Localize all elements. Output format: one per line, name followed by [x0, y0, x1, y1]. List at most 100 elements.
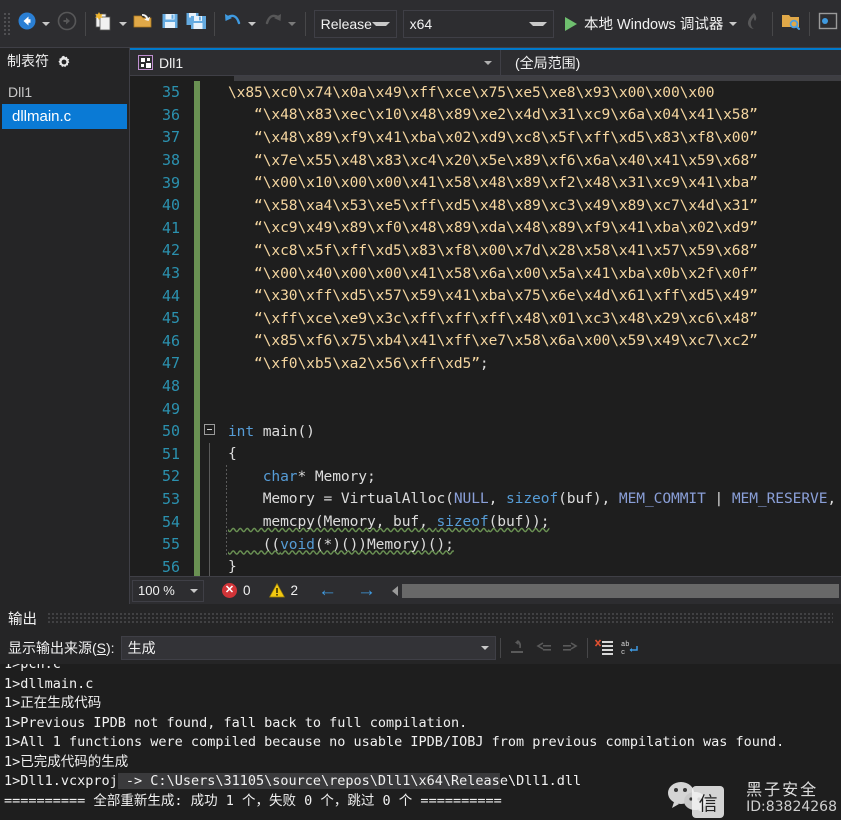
open-file-button[interactable]: [131, 7, 157, 41]
code-line[interactable]: 47 “\xf0\xb5\xa2\x56\xff\xd5”;: [130, 352, 841, 375]
solution-tree-item-label: dllmain.c: [12, 108, 72, 125]
glyph-margin[interactable]: [200, 510, 228, 533]
word-wrap-icon[interactable]: ab c: [618, 635, 644, 661]
glyph-margin[interactable]: [200, 284, 228, 307]
glyph-margin[interactable]: [200, 555, 228, 576]
glyph-margin[interactable]: [200, 330, 228, 353]
code-line[interactable]: 52 char* Memory;: [130, 465, 841, 488]
new-item-dropdown[interactable]: [118, 21, 127, 26]
code-line[interactable]: 37 “\x48\x89\xf9\x41\xba\x02\xd9\xc8\x5f…: [130, 126, 841, 149]
code-line[interactable]: 40 “\x58\xa4\x53\xe5\xff\xd5\x48\x89\xc3…: [130, 193, 841, 217]
code-line[interactable]: 41 “\xc9\x49\x89\xf0\x48\x89\xda\x48\x89…: [130, 216, 841, 240]
output-panel-grip[interactable]: [47, 612, 833, 624]
code-line[interactable]: 43 “\x00\x40\x00\x00\x41\x58\x6a\x00\x5a…: [130, 261, 841, 285]
glyph-margin[interactable]: [200, 262, 228, 285]
code-line[interactable]: 45 “\xff\xce\xe9\x3c\xff\xff\xff\x48\x01…: [130, 306, 841, 330]
code-line[interactable]: 39 “\x00\x10\x00\x00\x41\x58\x48\x89\xf2…: [130, 171, 841, 194]
code-line[interactable]: 38 “\x7e\x55\x48\x83\xc4\x20\x5e\x89\xf6…: [130, 148, 841, 172]
solution-tree-item-dllmain[interactable]: dllmain.c: [2, 104, 127, 129]
code-token: (*)())Memory)();: [314, 535, 454, 553]
editor-horizontal-scrollbar[interactable]: [392, 583, 839, 599]
redo-button[interactable]: [260, 7, 286, 41]
glyph-margin[interactable]: [200, 239, 228, 262]
code-token: “\x00\x10\x00\x00\x41\x58\x48\x89\xf2\x4…: [228, 174, 758, 192]
zoom-combo[interactable]: 100 %: [132, 579, 204, 602]
configuration-combo[interactable]: Release: [313, 9, 397, 38]
output-text-area[interactable]: 1>pcn.c 1>dllmain.c 1>正在生成代码 1>Previous IPD…: [0, 664, 841, 820]
glyph-margin[interactable]: [200, 194, 228, 217]
code-line[interactable]: 42 “\xc8\x5f\xff\xd5\x83\xf8\x00\x7d\x28…: [130, 239, 841, 262]
glyph-margin[interactable]: [200, 352, 228, 375]
scroll-left-icon[interactable]: [392, 585, 399, 596]
navigate-forward-button[interactable]: [54, 7, 80, 41]
glyph-margin[interactable]: [200, 81, 228, 104]
glyph-margin[interactable]: [200, 532, 228, 556]
start-debugging-button[interactable]: 本地 Windows 调试器: [557, 7, 727, 41]
prev-message-icon[interactable]: [531, 635, 557, 661]
undo-button[interactable]: [220, 7, 246, 41]
code-line[interactable]: 56}: [130, 555, 841, 576]
save-all-button[interactable]: [183, 7, 209, 41]
glyph-margin[interactable]: [200, 217, 228, 240]
collapse-icon[interactable]: [204, 423, 215, 435]
clear-all-icon[interactable]: [592, 635, 618, 661]
line-number: 48: [161, 377, 180, 396]
code-line[interactable]: 51 {: [130, 442, 841, 466]
warning-status[interactable]: 2: [268, 582, 298, 598]
chevron-down-icon[interactable]: [484, 60, 492, 65]
hot-reload-button[interactable]: [741, 7, 767, 41]
glyph-margin[interactable]: [200, 126, 228, 149]
arrow-left-icon[interactable]: ←: [318, 580, 337, 602]
line-number: 55: [161, 535, 180, 554]
output-panel-header[interactable]: 输出: [0, 604, 841, 632]
save-button[interactable]: [157, 7, 183, 41]
code-line[interactable]: 44 “\x30\xff\xd5\x57\x59\x41\xba\x75\x6e…: [130, 284, 841, 307]
code-line[interactable]: 53 Memory = VirtualAlloc(NULL, sizeof(bu…: [130, 487, 841, 511]
platform-combo[interactable]: x64: [402, 9, 554, 38]
navigate-back-button[interactable]: [14, 7, 40, 41]
undo-dropdown[interactable]: [247, 21, 256, 26]
code-editor[interactable]: 35 \x85\xc0\x74\x0a\x49\xff\xce\x75\xe5\x…: [130, 76, 841, 576]
editor-tab-dll1[interactable]: Dll1: [130, 50, 500, 75]
output-source-combo[interactable]: 生成: [120, 636, 496, 660]
code-line[interactable]: 49: [130, 397, 841, 420]
new-item-button[interactable]: [91, 7, 117, 41]
navigate-back-dropdown[interactable]: [42, 21, 51, 26]
solution-tree-root[interactable]: Dll1: [0, 82, 129, 104]
code-line[interactable]: 46 “\x85\xf6\x75\xb4\x41\xff\xe7\x58\x6a…: [130, 329, 841, 353]
output-line: ========== 全部重新生成: 成功 1 个，失败 0 个，跳过 0 个 …: [4, 792, 502, 809]
scope-selector[interactable]: (全局范围): [501, 50, 594, 75]
search-folder-button[interactable]: [778, 7, 804, 41]
glyph-margin[interactable]: [200, 307, 228, 330]
panel-button[interactable]: [815, 7, 841, 41]
error-status[interactable]: ✕ 0: [222, 583, 251, 598]
glyph-margin[interactable]: [200, 104, 228, 127]
glyph-margin[interactable]: [200, 442, 228, 466]
glyph-margin[interactable]: [200, 420, 228, 443]
code-line[interactable]: 50 int main(): [130, 419, 841, 443]
code-line[interactable]: 48: [130, 374, 841, 398]
next-message-icon[interactable]: [557, 635, 583, 661]
code-text: ((void(*)())Memory)();: [228, 536, 454, 553]
editor-horizontal-scroll-thumb[interactable]: [402, 583, 839, 598]
glyph-margin[interactable]: [200, 149, 228, 172]
glyph-margin[interactable]: [200, 375, 228, 398]
glyph-margin[interactable]: [200, 487, 228, 511]
code-line[interactable]: 54 memcpy(Memory, buf, sizeof(buf));: [130, 510, 841, 533]
line-number: 51: [161, 444, 180, 463]
arrow-right-icon[interactable]: →: [357, 580, 376, 602]
redo-dropdown[interactable]: [287, 21, 296, 26]
toolbar-grip[interactable]: [2, 10, 13, 37]
start-debugging-dropdown[interactable]: [729, 21, 738, 26]
glyph-margin[interactable]: [200, 397, 228, 420]
editor-tab-label: Dll1: [159, 54, 184, 71]
glyph-margin[interactable]: [200, 171, 228, 194]
glyph-margin[interactable]: [200, 465, 228, 488]
code-line[interactable]: 55 ((void(*)())Memory)();: [130, 532, 841, 556]
gear-icon[interactable]: [57, 55, 70, 68]
code-line[interactable]: 35 \x85\xc0\x74\x0a\x49\xff\xce\x75\xe5\x…: [130, 81, 841, 104]
code-line[interactable]: 36 “\x48\x83\xec\x10\x48\x89\xe2\x4d\x31…: [130, 103, 841, 127]
jump-to-icon[interactable]: [505, 635, 531, 661]
code-token: *: [297, 467, 315, 485]
code-token: sizeof: [436, 513, 489, 531]
